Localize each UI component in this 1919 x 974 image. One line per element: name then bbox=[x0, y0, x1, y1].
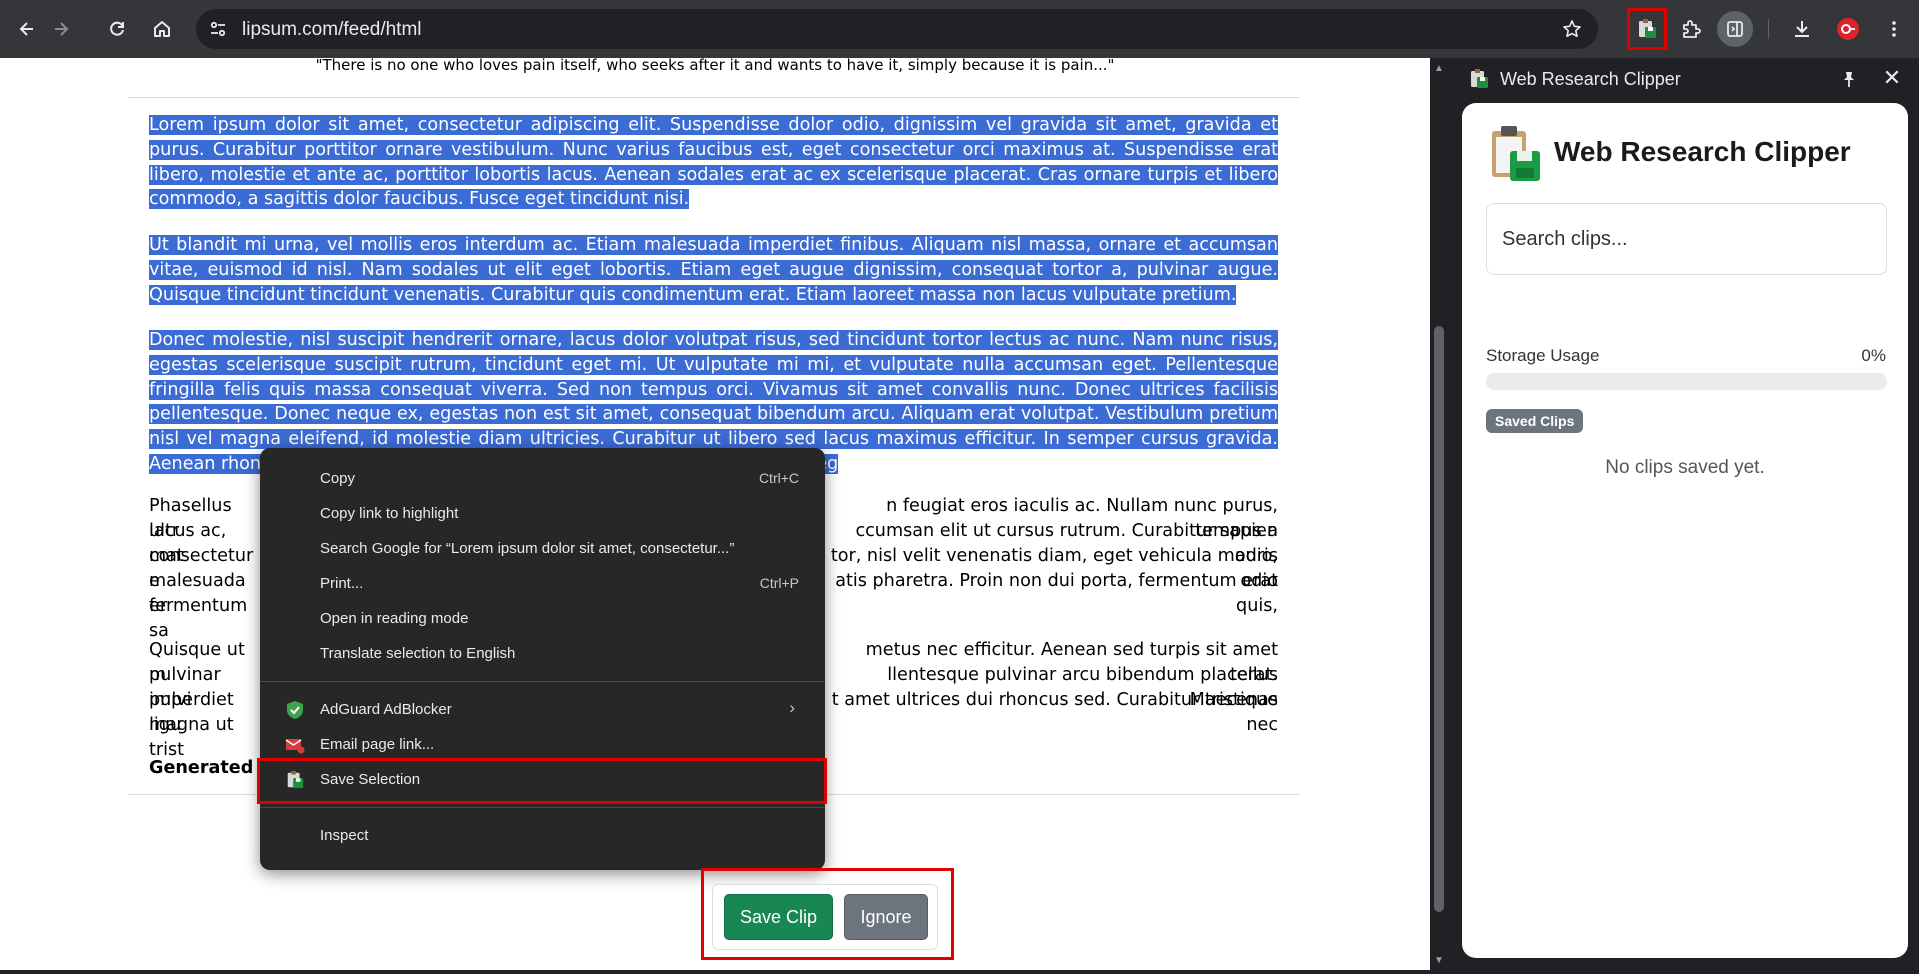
side-panel-header: Web Research Clipper ✕ bbox=[1448, 58, 1919, 100]
email-icon bbox=[284, 734, 306, 756]
extensions-button[interactable] bbox=[1673, 11, 1709, 47]
app-heading: Web Research Clipper bbox=[1554, 136, 1851, 167]
browser-toolbar: lipsum.com/feed/html bbox=[0, 0, 1919, 58]
more-menu-icon bbox=[1892, 21, 1896, 37]
submenu-chevron-right-icon: › bbox=[789, 698, 795, 717]
menu-separator bbox=[260, 807, 825, 808]
menu-item-label: Email page link... bbox=[320, 736, 435, 753]
extension-icon-highlight-box bbox=[1627, 8, 1667, 50]
menu-item-label: Open in reading mode bbox=[320, 610, 469, 627]
page-quote: "There is no one who loves pain itself, … bbox=[315, 58, 1115, 74]
more-menu-button[interactable] bbox=[1876, 11, 1912, 47]
home-icon bbox=[154, 21, 170, 37]
clipboard-save-logo-icon bbox=[1492, 126, 1540, 181]
forward-icon bbox=[55, 22, 69, 36]
menu-item-adguard[interactable]: AdGuard AdBlocker › bbox=[260, 692, 825, 727]
para-4-line-5-left: fermentum sa bbox=[149, 596, 248, 641]
para-4-line-4-right: atis pharetra. Proin non dui porta, ferm… bbox=[835, 571, 1278, 616]
empty-clips-message: No clips saved yet. bbox=[1605, 457, 1765, 478]
scroll-up-arrow-icon[interactable]: ▲ bbox=[1433, 62, 1445, 74]
extensions-puzzle-icon bbox=[1683, 20, 1701, 38]
scrollbar-thumb[interactable] bbox=[1434, 326, 1444, 912]
downloads-button[interactable] bbox=[1784, 11, 1820, 47]
side-panel-title: Web Research Clipper bbox=[1500, 69, 1681, 89]
storage-usage-label: Storage Usage bbox=[1486, 346, 1600, 365]
url-text[interactable]: lipsum.com/feed/html bbox=[242, 19, 422, 41]
pin-icon[interactable] bbox=[1838, 68, 1860, 90]
search-clips-input[interactable] bbox=[1486, 203, 1887, 275]
download-icon bbox=[1795, 21, 1809, 37]
shortcut-label: Ctrl+P bbox=[759, 575, 799, 591]
scroll-down-arrow-icon[interactable]: ▼ bbox=[1433, 954, 1445, 966]
storage-usage-percent: 0% bbox=[1861, 346, 1886, 365]
menu-item-copy[interactable]: Copy Ctrl+C bbox=[260, 461, 825, 496]
menu-item-copy-link-to-highlight[interactable]: Copy link to highlight bbox=[260, 496, 825, 531]
reload-icon bbox=[110, 21, 124, 36]
toolbar-divider bbox=[1768, 19, 1769, 39]
para-5-line-3-right: t amet ultrices dui rhoncus sed. Curabit… bbox=[831, 690, 1278, 735]
clip-actions-highlight-box bbox=[701, 868, 954, 960]
close-icon[interactable]: ✕ bbox=[1880, 65, 1904, 90]
adguard-shield-icon bbox=[284, 699, 306, 721]
menu-item-email-page-link[interactable]: Email page link... bbox=[260, 727, 825, 762]
side-panel-button[interactable] bbox=[1717, 11, 1753, 47]
generated-text: Generated 5 bbox=[149, 758, 272, 778]
para-5-line-4-left: magna ut trist bbox=[149, 715, 234, 760]
divider bbox=[128, 97, 1300, 98]
back-icon bbox=[19, 22, 33, 36]
context-menu: Copy Ctrl+C Copy link to highlight Searc… bbox=[260, 448, 825, 870]
paragraph-1[interactable]: Lorem ipsum dolor sit amet, consectetur … bbox=[149, 113, 1278, 212]
page-scrollbar[interactable]: ▲ ▼ bbox=[1430, 58, 1448, 970]
bookmark-star-icon[interactable] bbox=[1560, 17, 1584, 41]
back-button[interactable] bbox=[9, 11, 45, 47]
menu-item-label: Print... bbox=[320, 575, 364, 592]
reload-button[interactable] bbox=[99, 11, 135, 47]
forward-button[interactable] bbox=[43, 11, 79, 47]
menu-item-label: AdGuard AdBlocker bbox=[320, 701, 452, 718]
selected-text[interactable]: Lorem ipsum dolor sit amet, consectetur … bbox=[149, 115, 1278, 210]
menu-item-label: Search Google for “Lorem ipsum dolor sit… bbox=[320, 540, 735, 557]
paragraph-2[interactable]: Ut blandit mi urna, vel mollis eros inte… bbox=[149, 233, 1278, 307]
clipper-app: Web Research Clipper Storage Usage 0% Sa… bbox=[1462, 103, 1908, 958]
profile-button[interactable] bbox=[1830, 11, 1866, 47]
shortcut-label: Ctrl+C bbox=[758, 470, 799, 486]
menu-item-search-google[interactable]: Search Google for “Lorem ipsum dolor sit… bbox=[260, 531, 825, 566]
side-panel: Web Research Clipper ✕ Web Research Clip… bbox=[1448, 58, 1919, 970]
address-bar[interactable]: lipsum.com/feed/html bbox=[196, 9, 1598, 49]
menu-item-label: Copy bbox=[320, 470, 356, 487]
home-button[interactable] bbox=[144, 11, 180, 47]
menu-item-reading-mode[interactable]: Open in reading mode bbox=[260, 601, 825, 636]
profile-avatar-icon bbox=[1837, 18, 1859, 40]
side-panel-icon bbox=[1727, 21, 1743, 37]
menu-item-label: Copy link to highlight bbox=[320, 505, 459, 522]
selected-text[interactable]: Ut blandit mi urna, vel mollis eros inte… bbox=[149, 235, 1278, 305]
site-info-icon[interactable] bbox=[206, 17, 230, 41]
menu-item-print[interactable]: Print... Ctrl+P bbox=[260, 566, 825, 601]
save-selection-highlight-box bbox=[257, 758, 827, 804]
menu-separator bbox=[260, 681, 825, 682]
web-research-clipper-icon bbox=[1471, 69, 1488, 88]
menu-item-translate[interactable]: Translate selection to English bbox=[260, 636, 825, 671]
menu-item-label: Inspect bbox=[320, 827, 369, 844]
menu-item-inspect[interactable]: Inspect bbox=[260, 818, 825, 853]
menu-item-label: Translate selection to English bbox=[320, 645, 516, 662]
storage-progress-bar bbox=[1486, 373, 1887, 390]
saved-clips-badge: Saved Clips bbox=[1486, 409, 1584, 433]
